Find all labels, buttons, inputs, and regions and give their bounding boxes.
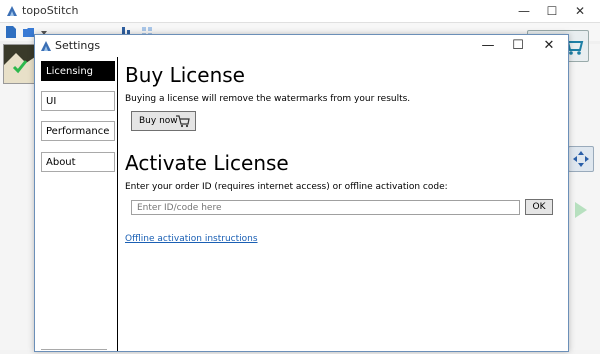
- buy-now-label: Buy now: [139, 116, 178, 126]
- main-window-title: topoStitch: [22, 4, 79, 17]
- sidebar-item-performance[interactable]: Performance: [41, 121, 115, 141]
- buy-license-description: Buying a license will remove the waterma…: [125, 94, 411, 104]
- cart-icon: [176, 115, 190, 128]
- activate-license-heading: Activate License: [125, 151, 289, 175]
- main-minimize-button[interactable]: —: [510, 2, 538, 20]
- thumbnail-image: [4, 45, 38, 83]
- buy-license-heading: Buy License: [125, 63, 245, 87]
- dialog-maximize-button[interactable]: ☐: [503, 36, 533, 56]
- settings-sidebar: Licensing UI Performance About: [35, 57, 118, 351]
- order-id-input[interactable]: [131, 200, 520, 215]
- settings-app-icon: [41, 41, 51, 51]
- move-arrows-icon: [573, 151, 589, 167]
- licensing-content: Buy License Buying a license will remove…: [125, 57, 565, 351]
- buy-now-button[interactable]: Buy now: [131, 111, 196, 131]
- new-file-icon[interactable]: [4, 25, 18, 39]
- move-tool-button[interactable]: [568, 146, 594, 172]
- dialog-titlebar[interactable]: Settings — ☐ ✕: [35, 35, 568, 57]
- main-maximize-button[interactable]: ☐: [538, 2, 566, 20]
- dialog-title: Settings: [55, 39, 101, 52]
- sidebar-item-about[interactable]: About: [41, 152, 115, 172]
- ok-button[interactable]: OK: [525, 199, 553, 215]
- offline-activation-link[interactable]: Offline activation instructions: [125, 234, 258, 244]
- main-close-button[interactable]: ✕: [566, 2, 594, 20]
- sidebar-item-licensing[interactable]: Licensing: [41, 61, 115, 81]
- sidebar-item-ui[interactable]: UI: [41, 91, 115, 111]
- dialog-close-button[interactable]: ✕: [534, 36, 564, 56]
- play-icon[interactable]: [568, 198, 592, 222]
- dialog-minimize-button[interactable]: —: [473, 36, 503, 56]
- activate-license-description: Enter your order ID (requires internet a…: [125, 182, 448, 192]
- settings-dialog: Settings — ☐ ✕ Licensing UI Performance …: [34, 34, 569, 352]
- app-logo-icon: [7, 6, 17, 16]
- main-titlebar: topoStitch — ☐ ✕: [0, 0, 600, 23]
